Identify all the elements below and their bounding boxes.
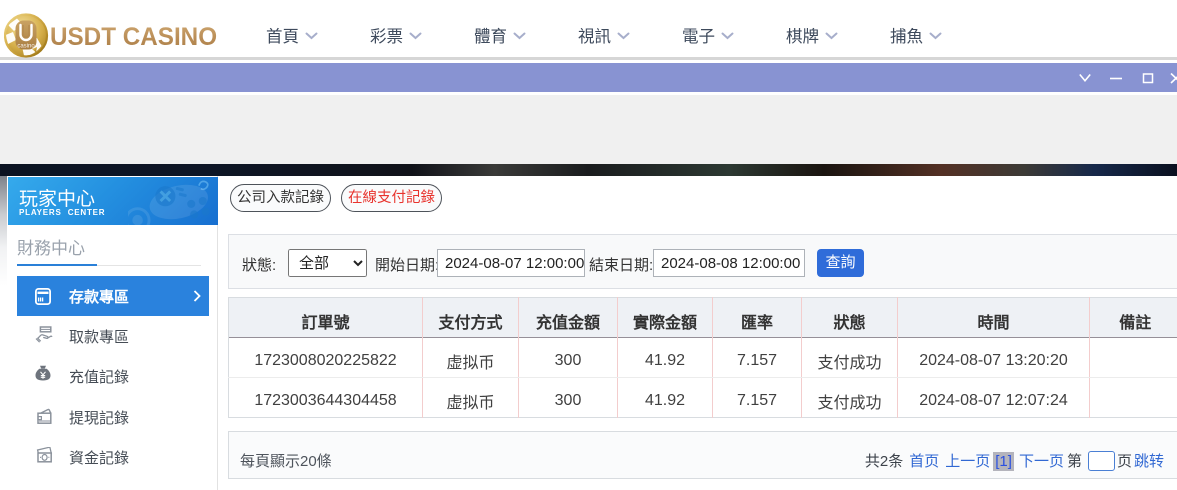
svg-text:casino: casino	[17, 44, 35, 50]
